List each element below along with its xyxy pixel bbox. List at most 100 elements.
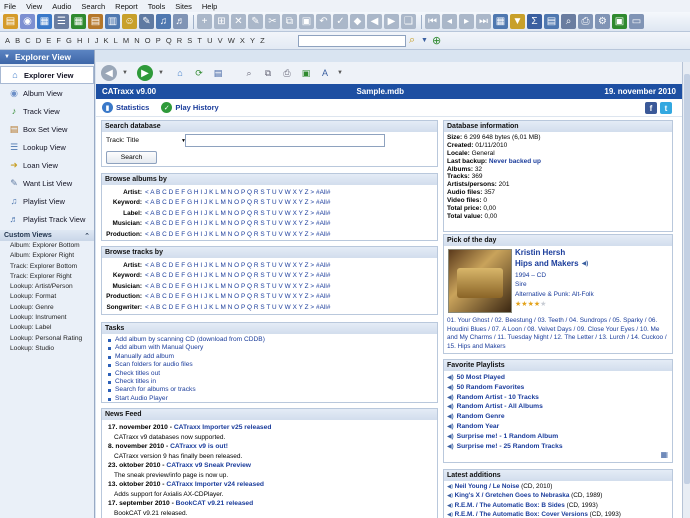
- sidebar-item-loan-view[interactable]: ➜ Loan View: [0, 156, 94, 174]
- find-icon[interactable]: ⌕: [561, 14, 576, 29]
- facebook-icon[interactable]: f: [645, 102, 657, 114]
- browse-letter-links[interactable]: < A B C D E F G H I J K L M N O P Q R S …: [145, 304, 330, 311]
- print-icon[interactable]: ⎙: [578, 14, 593, 29]
- playlist-item[interactable]: ◀) Random Genre: [444, 412, 672, 422]
- save-icon[interactable]: ▣: [612, 14, 627, 29]
- alphabet-letter[interactable]: I: [88, 36, 90, 45]
- alphabet-letter[interactable]: F: [56, 36, 61, 45]
- custom-view-item[interactable]: Lookup: Label: [0, 323, 94, 333]
- alphabet-letter[interactable]: R: [177, 36, 182, 45]
- back-dropdown-icon[interactable]: ▼: [118, 66, 132, 80]
- pick-genre[interactable]: Alternative & Punk: Alt-Folk: [515, 291, 594, 298]
- news-title-link[interactable]: CATraxx v9 is out!: [170, 443, 228, 450]
- alphabet-letter[interactable]: G: [66, 36, 72, 45]
- zoom-icon[interactable]: ⌕: [242, 66, 256, 80]
- alphabet-letter[interactable]: W: [228, 36, 235, 45]
- pages-icon[interactable]: ❏: [401, 14, 416, 29]
- playlist-item[interactable]: ◀) Surprise me! - 25 Random Tracks: [444, 442, 672, 452]
- browse-letter-links[interactable]: < A B C D E F G H I J K L M N O P Q R S …: [145, 283, 330, 290]
- search-field-select[interactable]: Track: Title ▼: [106, 135, 186, 146]
- task-link[interactable]: Manually add album: [102, 353, 437, 361]
- playlist-item[interactable]: ◀) Random Artist - 10 Tracks: [444, 393, 672, 403]
- play-history-link[interactable]: ✓ Play History: [161, 102, 219, 113]
- playlist-name[interactable]: Random Genre: [457, 413, 505, 420]
- back-arrow-icon[interactable]: ◀: [367, 14, 382, 29]
- add-icon[interactable]: +: [197, 14, 212, 29]
- tag-icon[interactable]: ◆: [350, 14, 365, 29]
- sidebar-item-playlist-track-view[interactable]: ♬ Playlist Track View: [0, 210, 94, 228]
- task-link[interactable]: Check titles in: [102, 378, 437, 386]
- playlist-item[interactable]: ◀) 50 Random Favorites: [444, 383, 672, 393]
- alphabet-letter[interactable]: Z: [260, 36, 265, 45]
- back-icon[interactable]: ◀: [101, 65, 117, 81]
- next-record-icon[interactable]: ▸: [459, 14, 474, 29]
- menu-sites[interactable]: Sites: [175, 2, 192, 11]
- sidebar-item-album-view[interactable]: ◉ Album View: [0, 84, 94, 102]
- pick-tracklist[interactable]: 01. Your Ghost / 02. Beestung / 03. Teet…: [447, 317, 670, 351]
- task-link[interactable]: Search for albums or tracks: [102, 386, 437, 394]
- collapse-arrow-icon[interactable]: ▼: [4, 54, 10, 60]
- latest-item-link[interactable]: King's X / Gretchen Goes to Nebraska: [455, 492, 570, 499]
- copy-page-icon[interactable]: ⧉: [261, 66, 275, 80]
- pick-album[interactable]: Hips and Makers: [515, 259, 579, 268]
- alphabet-letter[interactable]: T: [197, 36, 202, 45]
- alphabet-letter[interactable]: K: [104, 36, 109, 45]
- report-icon[interactable]: ▤: [544, 14, 559, 29]
- vertical-scrollbar[interactable]: [682, 62, 690, 518]
- alphabet-letter[interactable]: U: [207, 36, 212, 45]
- sidebar-item-lookup-view[interactable]: ☰ Lookup View: [0, 138, 94, 156]
- custom-view-item[interactable]: Lookup: Artist/Person: [0, 282, 94, 292]
- alphabet-letter[interactable]: V: [218, 36, 223, 45]
- custom-view-item[interactable]: Track: Explorer Right: [0, 272, 94, 282]
- browse-icon[interactable]: ▦: [37, 14, 52, 29]
- custom-view-item[interactable]: Lookup: Instrument: [0, 313, 94, 323]
- forward-icon[interactable]: ▶: [137, 65, 153, 81]
- search-go-icon[interactable]: ⊕: [432, 34, 441, 47]
- pick-artist[interactable]: Kristin Hersh: [515, 248, 565, 257]
- rss-icon[interactable]: ▦: [660, 450, 668, 459]
- collapse-chevron-icon[interactable]: ⌃: [84, 232, 90, 240]
- playlist-name[interactable]: 50 Most Played: [457, 374, 505, 381]
- add-copy-icon[interactable]: ⊞: [214, 14, 229, 29]
- menu-audio[interactable]: Audio: [52, 2, 71, 11]
- tools-icon[interactable]: ⚙: [595, 14, 610, 29]
- browse-letter-links[interactable]: < A B C D E F G H I J K L M N O P Q R S …: [145, 199, 330, 206]
- playlist-item[interactable]: ◀) Random Year: [444, 422, 672, 432]
- sidebar-item-explorer-view[interactable]: ⌂ Explorer View: [0, 66, 94, 84]
- notes-icon[interactable]: ✎: [139, 14, 154, 29]
- news-title-link[interactable]: BookCAT v9.21 released: [176, 500, 254, 507]
- playlist-name[interactable]: Surprise me! - 1 Random Album: [457, 433, 559, 440]
- sidebar-item-box-set-view[interactable]: ▤ Box Set View: [0, 120, 94, 138]
- filter-icon[interactable]: ▼: [510, 14, 525, 29]
- news-title-link[interactable]: CATraxx Importer v24 released: [166, 481, 264, 488]
- search-button[interactable]: Search: [106, 151, 157, 164]
- paste-icon[interactable]: ▣: [299, 14, 314, 29]
- pick-label[interactable]: Sire: [515, 281, 527, 288]
- menu-search[interactable]: Search: [81, 2, 105, 11]
- disc-icon[interactable]: ◉: [20, 14, 35, 29]
- alphabet-letter[interactable]: L: [114, 36, 118, 45]
- sidebar-item-playlist-view[interactable]: ♫ Playlist View: [0, 192, 94, 210]
- custom-view-item[interactable]: Track: Explorer Bottom: [0, 262, 94, 272]
- check-icon[interactable]: ✓: [333, 14, 348, 29]
- statistics-link[interactable]: ▮ Statistics: [102, 102, 149, 113]
- sidebar-item-track-view[interactable]: ♪ Track View: [0, 102, 94, 120]
- browse-letter-links[interactable]: < A B C D E F G H I J K L M N O P Q R S …: [145, 189, 330, 196]
- news-title-link[interactable]: CATraxx Importer v25 released: [174, 424, 272, 431]
- latest-item-link[interactable]: Neil Young / Le Noise: [455, 483, 520, 490]
- alphabet-letter[interactable]: S: [187, 36, 192, 45]
- font-dropdown-icon[interactable]: ▼: [333, 66, 347, 80]
- browse-letter-links[interactable]: < A B C D E F G H I J K L M N O P Q R S …: [145, 293, 330, 300]
- speaker-icon[interactable]: ◀): [582, 260, 589, 267]
- playlist-name[interactable]: Random Artist - All Albums: [457, 403, 543, 410]
- prev-record-icon[interactable]: ◂: [442, 14, 457, 29]
- news-title-link[interactable]: CATraxx v9 Sneak Preview: [166, 462, 251, 469]
- cut-icon[interactable]: ✂: [265, 14, 280, 29]
- playlist-item[interactable]: ◀) Surprise me! - 1 Random Album: [444, 432, 672, 442]
- latest-item-link[interactable]: R.E.M. / The Automatic Box: B Sides: [455, 502, 565, 509]
- custom-view-item[interactable]: Lookup: Studio: [0, 344, 94, 354]
- custom-view-item[interactable]: Album: Explorer Right: [0, 251, 94, 261]
- page-icon[interactable]: ▤: [211, 66, 225, 80]
- custom-view-item[interactable]: Album: Explorer Bottom: [0, 241, 94, 251]
- view-icon[interactable]: ▦: [493, 14, 508, 29]
